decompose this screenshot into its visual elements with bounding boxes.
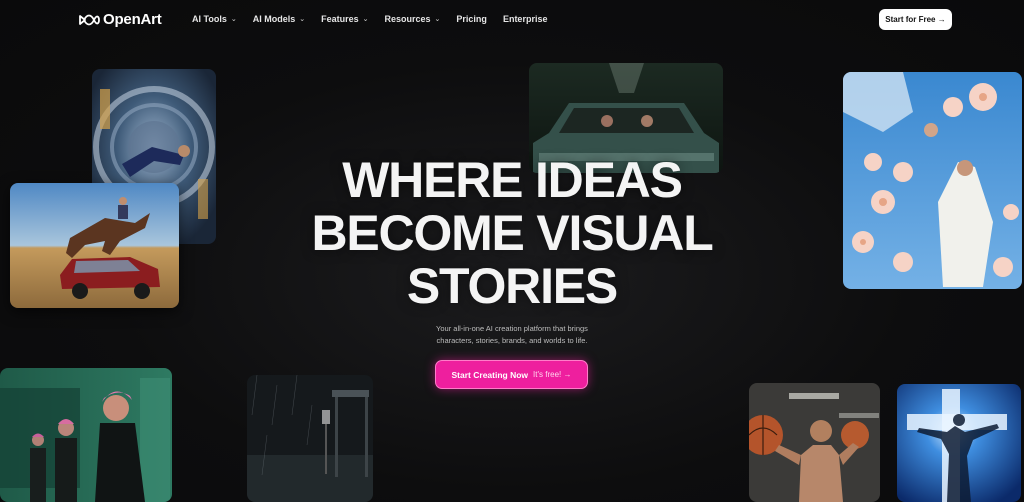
hero-title-line: BECOME VISUAL: [311, 205, 713, 261]
chevron-down-icon: ⌄: [299, 16, 306, 23]
menu-item-pricing[interactable]: Pricing: [456, 14, 487, 24]
main-menu: AI Tools ⌄ AI Models ⌄ Features ⌄ Resour…: [192, 14, 563, 24]
menu-item-ai-tools[interactable]: AI Tools ⌄: [192, 14, 237, 24]
glowing-cross-figure-image: [897, 384, 1021, 502]
brand-name: OpenArt: [103, 11, 162, 28]
horse-jumping-car-image: [10, 183, 179, 308]
chevron-down-icon: ⌄: [362, 16, 369, 23]
start-for-free-button[interactable]: Start for Free →: [879, 9, 952, 30]
hero-title-line: STORIES: [406, 258, 618, 314]
cta-free-label: It's free! →: [533, 370, 572, 379]
menu-item-label: AI Models: [252, 14, 296, 24]
menu-item-label: Pricing: [456, 14, 487, 24]
menu-item-label: AI Tools: [192, 14, 227, 24]
menu-item-enterprise[interactable]: Enterprise: [503, 14, 548, 24]
menu-item-label: Resources: [384, 14, 431, 24]
chevron-down-icon: ⌄: [230, 16, 237, 23]
pink-hair-mirrors-image: [0, 368, 172, 502]
hero-title: WHERE IDEAS BECOME VISUAL STORIES: [262, 154, 762, 313]
menu-item-resources[interactable]: Resources ⌄: [385, 14, 441, 24]
woman-flowers-sky-image: [843, 72, 1022, 289]
start-creating-now-button[interactable]: Start Creating Now It's free! →: [435, 360, 588, 389]
rainy-night-bus-stop-image: [247, 375, 373, 502]
menu-item-features[interactable]: Features ⌄: [321, 14, 368, 24]
hero-subtitle-line: characters, stories, brands, and worlds …: [436, 336, 588, 345]
menu-item-label: Enterprise: [502, 14, 548, 24]
brand-logo[interactable]: OpenArt: [78, 11, 162, 28]
hero-title-line: WHERE IDEAS: [342, 152, 683, 208]
menu-item-ai-models[interactable]: AI Models ⌄: [253, 14, 305, 24]
basketball-player-image: [749, 383, 880, 502]
top-nav: OpenArt AI Tools ⌄ AI Models ⌄ Features …: [0, 0, 1024, 40]
menu-item-label: Features: [321, 14, 359, 24]
openart-logo-icon: [79, 14, 100, 25]
cta-main-label: Start Creating Now: [451, 369, 529, 380]
chevron-down-icon: ⌄: [434, 16, 441, 23]
hero-subtitle-line: Your all-in-one AI creation platform tha…: [436, 324, 588, 333]
hero-subtitle: Your all-in-one AI creation platform tha…: [412, 323, 612, 347]
